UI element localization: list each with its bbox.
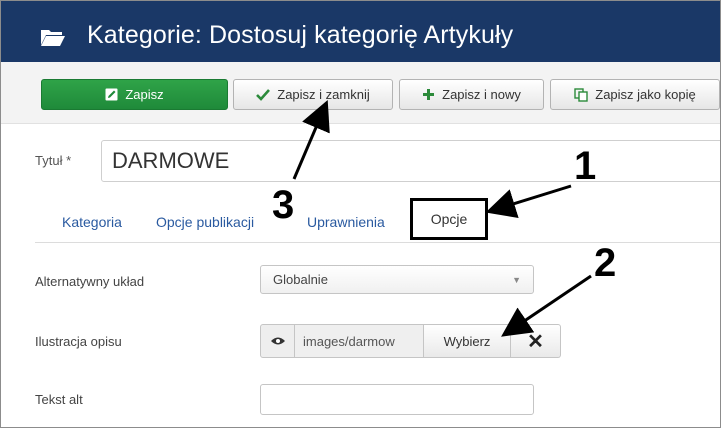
eye-icon[interactable]: [260, 324, 295, 358]
save-new-label: Zapisz i nowy: [442, 87, 521, 102]
annotation-number-2: 2: [594, 241, 617, 285]
page-title: Kategorie: Dostosuj kategorię Artykuły: [87, 21, 514, 49]
tab-kategoria[interactable]: Kategoria: [62, 214, 122, 230]
layout-select-value: Globalnie: [273, 272, 328, 287]
tab-uprawnienia[interactable]: Uprawnienia: [307, 214, 385, 230]
toolbar: Zapisz Zapisz i zamknij Zapisz i nowy Za…: [1, 62, 720, 124]
alt-text-input[interactable]: [260, 384, 534, 415]
save-close-button[interactable]: Zapisz i zamknij: [233, 79, 393, 110]
media-field: images/darmow Wybierz ✕: [260, 324, 561, 358]
folder-open-icon: [41, 30, 65, 46]
close-icon: ✕: [527, 330, 544, 353]
plus-icon: [422, 88, 435, 101]
tab-opcje[interactable]: Opcje: [410, 198, 488, 240]
annotation-number-1: 1: [574, 144, 597, 188]
tab-opcje-publikacji[interactable]: Opcje publikacji: [156, 214, 254, 230]
image-label: Ilustracja opisu: [35, 334, 122, 349]
save-copy-button[interactable]: Zapisz jako kopię: [550, 79, 720, 110]
title-label: Tytuł *: [35, 153, 72, 168]
alt-label: Tekst alt: [35, 392, 83, 407]
page-header: Kategorie: Dostosuj kategorię Artykuły: [1, 1, 720, 62]
tabs-divider: [35, 242, 720, 243]
title-input[interactable]: [101, 140, 720, 182]
save-copy-label: Zapisz jako kopię: [595, 87, 696, 102]
chevron-down-icon: ▼: [512, 275, 521, 285]
arrow-1: [485, 184, 572, 218]
layout-select[interactable]: Globalnie ▼: [260, 265, 534, 294]
save-close-label: Zapisz i zamknij: [277, 87, 370, 102]
select-image-button[interactable]: Wybierz: [423, 324, 511, 358]
copy-icon: [574, 87, 588, 102]
save-button[interactable]: Zapisz: [41, 79, 228, 110]
save-new-button[interactable]: Zapisz i nowy: [399, 79, 544, 110]
save-label: Zapisz: [125, 87, 164, 102]
clear-image-button[interactable]: ✕: [511, 324, 561, 358]
layout-label: Alternatywny układ: [35, 274, 145, 289]
annotation-number-3: 3: [272, 183, 295, 227]
image-path-field: images/darmow: [295, 324, 423, 358]
edit-icon: [105, 88, 118, 101]
window: Kategorie: Dostosuj kategorię Artykuły Z…: [0, 0, 721, 428]
check-icon: [256, 88, 271, 101]
